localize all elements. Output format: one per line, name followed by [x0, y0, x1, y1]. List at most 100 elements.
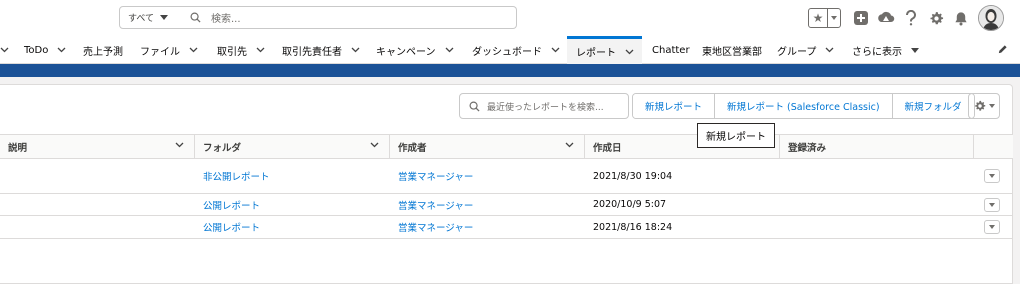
- chevron-down-icon: [0, 47, 9, 53]
- chevron-down-icon[interactable]: [370, 142, 379, 148]
- row-action-menu-button[interactable]: [984, 220, 1000, 234]
- gear-icon: [974, 100, 986, 112]
- row-action-menu-button[interactable]: [984, 198, 1000, 212]
- cell-description: [0, 159, 8, 193]
- recent-reports-search-placeholder: 最近使ったレポートを検索...: [487, 102, 604, 113]
- chevron-down-icon[interactable]: [551, 47, 560, 53]
- cell-created-date: 2021/8/16 18:24: [593, 221, 673, 233]
- column-header-created-by[interactable]: 作成者: [390, 135, 585, 159]
- favorites-menu-button[interactable]: [828, 9, 840, 27]
- help-icon[interactable]: [900, 7, 922, 29]
- star-icon[interactable]: ★: [809, 9, 828, 27]
- table-row: 公開レポート 営業マネージャー 2020/10/9 5:07: [0, 194, 1013, 216]
- nav-item-groups[interactable]: グループ: [777, 36, 834, 64]
- nav-item-label: 取引先: [217, 46, 247, 58]
- column-header-label: 作成者: [398, 143, 427, 154]
- nav-item-chatter[interactable]: Chatter: [652, 36, 690, 64]
- cell-subscribed: [780, 159, 788, 193]
- nav-item-label: Chatter: [652, 44, 690, 56]
- nav-item-label: 東地区営業部: [702, 46, 762, 58]
- search-scope-select[interactable]: すべて: [119, 6, 175, 29]
- search-scope-label: すべて: [128, 14, 155, 24]
- chevron-down-icon[interactable]: [625, 49, 634, 55]
- trailhead-icon[interactable]: [875, 7, 897, 29]
- caret-down-icon: [911, 47, 919, 53]
- column-header-actions: [974, 135, 1013, 159]
- nav-item-contacts[interactable]: 取引先責任者: [282, 36, 360, 64]
- new-report-classic-button[interactable]: 新規レポート (Salesforce Classic): [714, 94, 892, 118]
- chevron-down-icon[interactable]: [825, 47, 834, 53]
- column-header-label: 登録済み: [788, 143, 827, 154]
- column-header-description[interactable]: 説明: [0, 135, 195, 159]
- cell-folder-link[interactable]: 公開レポート: [195, 216, 260, 238]
- favorites-group: ★: [808, 8, 841, 28]
- search-icon: [469, 101, 480, 112]
- brand-band: [0, 64, 1020, 77]
- column-header-label: 作成日: [593, 143, 622, 154]
- column-header-subscribed[interactable]: 登録済み: [780, 135, 974, 159]
- cell-folder-link[interactable]: 公開レポート: [195, 194, 260, 215]
- nav-item-label: さらに表示: [852, 46, 902, 58]
- nav-item-east-sales[interactable]: 東地区営業部: [702, 36, 762, 64]
- cell-subscribed: [780, 194, 788, 215]
- list-actions-group: 新規レポート 新規レポート (Salesforce Classic) 新規フォル…: [632, 93, 975, 119]
- nav-item-files[interactable]: ファイル: [140, 36, 198, 64]
- avatar[interactable]: [978, 5, 1004, 31]
- caret-down-icon: [988, 104, 995, 108]
- chevron-down-icon[interactable]: [256, 47, 265, 53]
- nav-item-reports[interactable]: レポート: [567, 36, 642, 64]
- nav-item-todo[interactable]: ToDo: [24, 36, 66, 64]
- cell-folder-link[interactable]: 非公開レポート: [195, 159, 270, 193]
- nav-item-dashboards[interactable]: ダッシュボード: [472, 36, 560, 64]
- gear-icon[interactable]: [925, 7, 947, 29]
- table-row: 非公開レポート 営業マネージャー 2021/8/30 19:04: [0, 159, 1013, 194]
- recent-reports-search-input[interactable]: 最近使ったレポートを検索...: [459, 93, 629, 119]
- caret-down-icon: [160, 15, 168, 20]
- chevron-down-icon[interactable]: [565, 142, 574, 148]
- global-search-input[interactable]: 検索...: [174, 6, 517, 29]
- pencil-icon[interactable]: [997, 44, 1008, 58]
- app-nav-bar: ToDo 売上予測 ファイル 取引先 取引先責任者 キャンペーン ダッシュボード…: [0, 36, 1020, 64]
- list-settings-button[interactable]: [968, 93, 1000, 119]
- cell-created-by-link[interactable]: 営業マネージャー: [390, 216, 473, 238]
- nav-item-label: ダッシュボード: [472, 46, 542, 58]
- nav-item-label: レポート: [576, 48, 616, 59]
- table-row: 公開レポート 営業マネージャー 2021/8/16 18:24: [0, 216, 1013, 239]
- chevron-down-icon[interactable]: [445, 47, 454, 53]
- new-report-tooltip: 新規レポート: [697, 123, 775, 148]
- content-area: 最近使ったレポートを検索... 新規レポート 新規レポート (Salesforc…: [0, 77, 1020, 284]
- column-header-label: 説明: [8, 143, 28, 154]
- nav-item-label: キャンペーン: [376, 46, 436, 58]
- nav-item-campaigns[interactable]: キャンペーン: [376, 36, 454, 64]
- chevron-down-icon[interactable]: [351, 47, 360, 53]
- cell-description: [0, 194, 8, 215]
- nav-item-forecast[interactable]: 売上予測: [83, 36, 123, 64]
- column-header-label: フォルダ: [203, 143, 242, 154]
- cell-created-date: 2020/10/9 5:07: [593, 199, 667, 210]
- row-action-menu-button[interactable]: [984, 169, 1000, 183]
- nav-item-accounts[interactable]: 取引先: [217, 36, 265, 64]
- new-folder-button[interactable]: 新規フォルダ: [891, 94, 974, 118]
- column-header-folder[interactable]: フォルダ: [195, 135, 390, 159]
- new-report-button[interactable]: 新規レポート: [633, 94, 715, 118]
- cell-created-by-link[interactable]: 営業マネージャー: [390, 194, 473, 215]
- reports-list-card: 最近使ったレポートを検索... 新規レポート 新規レポート (Salesforc…: [0, 84, 1013, 284]
- chevron-down-icon[interactable]: [57, 47, 66, 53]
- nav-item-more[interactable]: さらに表示: [852, 36, 919, 64]
- global-search-placeholder: 検索...: [211, 14, 241, 25]
- add-icon[interactable]: [850, 7, 872, 29]
- chevron-down-icon[interactable]: [175, 142, 184, 148]
- nav-item-label: グループ: [777, 46, 817, 58]
- nav-item-label: 売上予測: [83, 46, 123, 58]
- nav-item-label: 取引先責任者: [282, 46, 342, 58]
- nav-item-prev-chevron[interactable]: [0, 36, 9, 64]
- cell-created-by-link[interactable]: 営業マネージャー: [390, 159, 473, 193]
- nav-item-label: ファイル: [140, 46, 180, 58]
- chevron-down-icon[interactable]: [189, 47, 198, 53]
- bell-icon[interactable]: [950, 7, 972, 29]
- cell-created-date: 2021/8/30 19:04: [593, 170, 673, 182]
- cell-subscribed: [780, 216, 788, 238]
- global-header: すべて 検索... ★: [0, 0, 1020, 36]
- header-icons: ★: [808, 5, 1004, 31]
- table-header: 説明 フォルダ 作成者 作成日 登録済み: [0, 134, 1013, 159]
